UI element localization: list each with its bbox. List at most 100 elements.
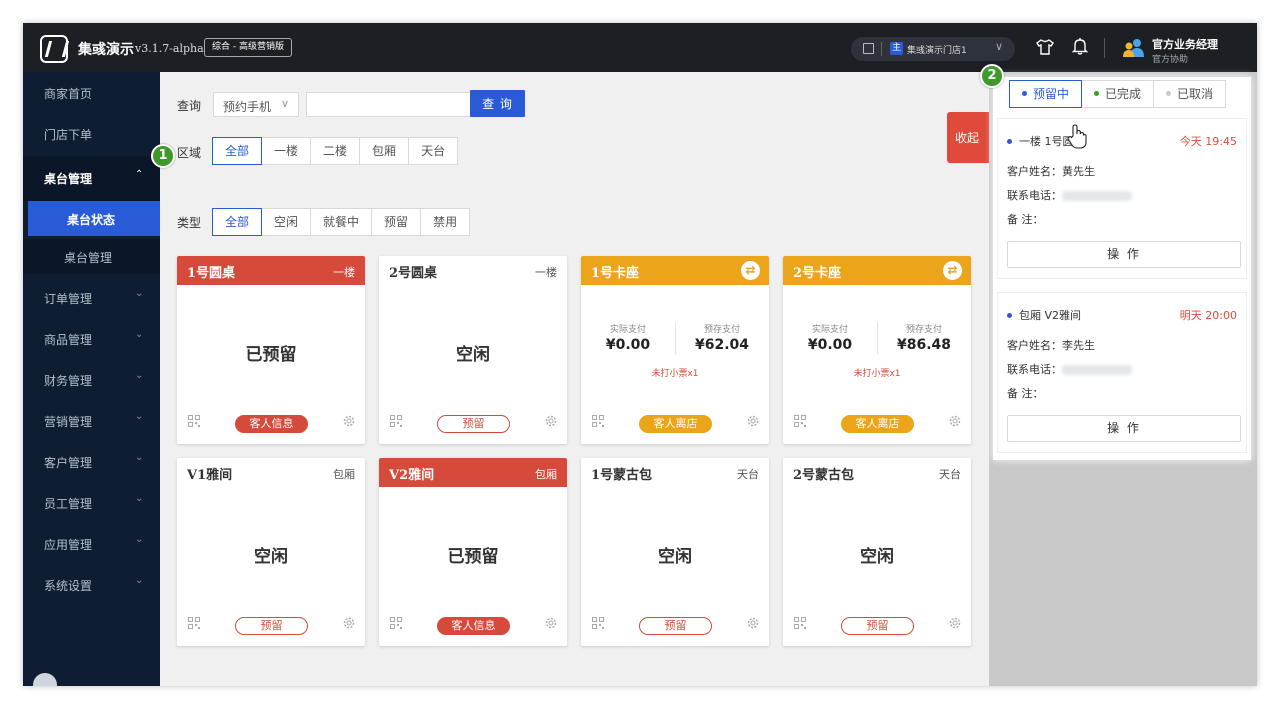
table-card[interactable]: 2号卡座 ⇄ 实际支付 ¥0.00 预存支付 ¥86.48 未打小票x1 客人离…: [783, 256, 971, 444]
table-card[interactable]: 1号圆桌 一楼 已预留 客人信息: [177, 256, 365, 444]
operate-button[interactable]: 操 作: [1007, 241, 1241, 268]
sidebar-item-customers[interactable]: 客户管理 ⌄: [23, 441, 160, 481]
qrcode-icon[interactable]: [592, 617, 604, 629]
gear-icon[interactable]: [746, 616, 760, 630]
table-name: V1雅间: [187, 468, 233, 483]
sidebar-item-staff[interactable]: 员工管理 ⌄: [23, 482, 160, 522]
tab-label: 预留中: [1033, 87, 1070, 101]
sidebar-item-home[interactable]: 商家首页: [23, 72, 160, 112]
table-status: 空闲: [254, 547, 288, 567]
area-option-rooftop[interactable]: 天台: [408, 137, 459, 165]
type-option-reserved[interactable]: 预留: [371, 208, 422, 236]
reserve-button[interactable]: 预留: [639, 617, 712, 635]
guest-info-button[interactable]: 客人信息: [437, 617, 510, 635]
operate-button[interactable]: 操 作: [1007, 415, 1241, 442]
sidebar-item-label: 应用管理: [44, 538, 93, 552]
tab-cancelled[interactable]: 已取消: [1153, 80, 1227, 108]
table-card[interactable]: V2雅间 包厢 已预留 客人信息: [379, 458, 567, 646]
paid-label: 实际支付: [609, 325, 646, 335]
qrcode-icon[interactable]: [188, 617, 200, 629]
sidebar-item-orders[interactable]: 订单管理 ⌄: [23, 277, 160, 317]
sidebar-item-store-order[interactable]: 门店下单: [23, 113, 160, 153]
area-option-private-room[interactable]: 包厢: [359, 137, 410, 165]
user-name[interactable]: 官方业务经理: [1152, 36, 1218, 52]
step-marker: 1: [151, 144, 175, 168]
tab-completed[interactable]: 已完成: [1081, 80, 1155, 108]
guest-leave-button[interactable]: 客人离店: [841, 415, 914, 433]
sidebar-item-apps[interactable]: 应用管理 ⌄: [23, 523, 160, 563]
qrcode-icon[interactable]: [794, 415, 806, 427]
query-label: 查询: [177, 99, 202, 113]
area-option-floor2[interactable]: 二楼: [310, 137, 361, 165]
prepay-label: 预存支付: [703, 325, 740, 335]
table-card[interactable]: 1号蒙古包 天台 空闲 预留: [581, 458, 769, 646]
sidebar-item-settings[interactable]: 系统设置 ⌄: [23, 564, 160, 604]
type-filter: 全部 空闲 就餐中 预留 禁用: [212, 208, 471, 236]
app-window: 集彧演示 v3.1.7-alpha 综合 - 高级营销版 主 集彧演示门店1 ∨…: [23, 23, 1257, 686]
phone-label: 联系电话：: [1007, 189, 1062, 202]
area-option-all[interactable]: 全部: [212, 137, 263, 165]
collapse-button[interactable]: 收起: [947, 112, 989, 163]
store-selector[interactable]: 主 集彧演示门店1 ∨: [851, 37, 1015, 61]
table-card[interactable]: 2号圆桌 一楼 空闲 预留: [379, 256, 567, 444]
reservation-card: 包厢 V2雅间 明天 20:00 客户姓名：李先生 联系电话： 备 注： 操 作: [997, 292, 1247, 453]
table-card[interactable]: V1雅间 包厢 空闲 预留: [177, 458, 365, 646]
topbar-separator: [1104, 38, 1105, 58]
gear-icon[interactable]: [746, 414, 760, 428]
avatar[interactable]: [33, 673, 57, 686]
area-option-floor1[interactable]: 一楼: [261, 137, 312, 165]
unprinted-receipt[interactable]: 未打小票x1: [783, 366, 971, 379]
table-card[interactable]: 2号蒙古包 天台 空闲 预留: [783, 458, 971, 646]
qrcode-icon[interactable]: [390, 415, 402, 427]
search-input[interactable]: [306, 92, 471, 117]
shirt-icon[interactable]: [1036, 38, 1054, 56]
sidebar-subitem-table-manage[interactable]: 桌台管理: [23, 239, 160, 274]
swap-icon[interactable]: ⇄: [943, 261, 962, 280]
gear-icon[interactable]: [544, 616, 558, 630]
reserve-button[interactable]: 预留: [235, 617, 308, 635]
sidebar-item-label: 系统设置: [44, 579, 93, 593]
gear-icon[interactable]: [948, 414, 962, 428]
sidebar-item-finance[interactable]: 财务管理 ⌄: [23, 359, 160, 399]
qrcode-icon[interactable]: [390, 617, 402, 629]
paid-value: ¥0.00: [605, 337, 651, 353]
table-name: 1号卡座: [591, 266, 640, 281]
sidebar-subitem-table-status[interactable]: 桌台状态: [28, 201, 166, 236]
type-option-idle[interactable]: 空闲: [261, 208, 312, 236]
user-group-icon: [1123, 39, 1144, 57]
guest-info-button[interactable]: 客人信息: [235, 415, 308, 433]
reservation-card: 一楼 1号圆桌 今天 19:45 客户姓名：黄先生 联系电话： 备 注： 操 作: [997, 118, 1247, 279]
gear-icon[interactable]: [544, 414, 558, 428]
qrcode-icon[interactable]: [794, 617, 806, 629]
sidebar-item-products[interactable]: 商品管理 ⌄: [23, 318, 160, 358]
type-option-disabled[interactable]: 禁用: [420, 208, 471, 236]
type-option-dining[interactable]: 就餐中: [310, 208, 373, 236]
swap-icon[interactable]: ⇄: [741, 261, 760, 280]
qrcode-icon[interactable]: [592, 415, 604, 427]
reserve-button[interactable]: 预留: [841, 617, 914, 635]
guest-leave-button[interactable]: 客人离店: [639, 415, 712, 433]
reserve-button[interactable]: 预留: [437, 415, 510, 433]
customer-name-row: 客户姓名：李先生: [1007, 337, 1095, 353]
sidebar-item-tables[interactable]: 桌台管理 ⌃: [23, 156, 160, 201]
table-card[interactable]: 1号卡座 ⇄ 实际支付 ¥0.00 预存支付 ¥62.04 未打小票x1 客人离…: [581, 256, 769, 444]
type-option-all[interactable]: 全部: [212, 208, 263, 236]
unprinted-receipt[interactable]: 未打小票x1: [581, 366, 769, 379]
table-card-header: 1号圆桌 一楼: [177, 256, 365, 285]
gear-icon[interactable]: [342, 616, 356, 630]
tab-reserved[interactable]: 预留中: [1009, 80, 1083, 108]
paid-label: 实际支付: [811, 325, 848, 335]
search-button[interactable]: 查 询: [470, 90, 525, 117]
query-type-select[interactable]: 预约手机 ∨: [213, 92, 299, 117]
gear-icon[interactable]: [948, 616, 962, 630]
qrcode-icon[interactable]: [188, 415, 200, 427]
sidebar-item-marketing[interactable]: 营销管理 ⌄: [23, 400, 160, 440]
status-dot: [1022, 91, 1027, 96]
chevron-down-icon: ⌄: [135, 575, 144, 586]
bell-icon[interactable]: [1072, 37, 1088, 55]
sidebar-item-label: 客户管理: [44, 456, 93, 470]
table-card-header: 1号蒙古包 天台: [581, 458, 769, 487]
prepay-amount: 预存支付 ¥86.48: [877, 322, 971, 353]
gear-icon[interactable]: [342, 414, 356, 428]
store-name: 集彧演示门店1: [907, 46, 967, 56]
